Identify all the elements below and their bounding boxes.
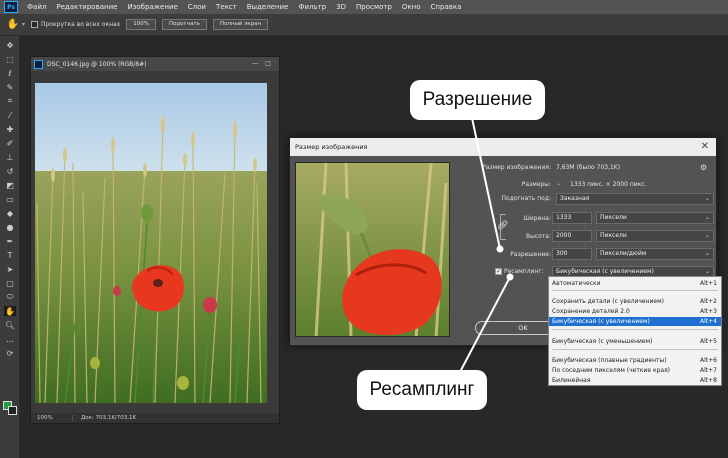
photoshop-window: Ps Файл Редактирование Изображение Слои …: [0, 0, 728, 458]
resolution-callout: Разрешение: [410, 80, 545, 120]
resampling-callout: Ресамплинг: [357, 370, 487, 410]
